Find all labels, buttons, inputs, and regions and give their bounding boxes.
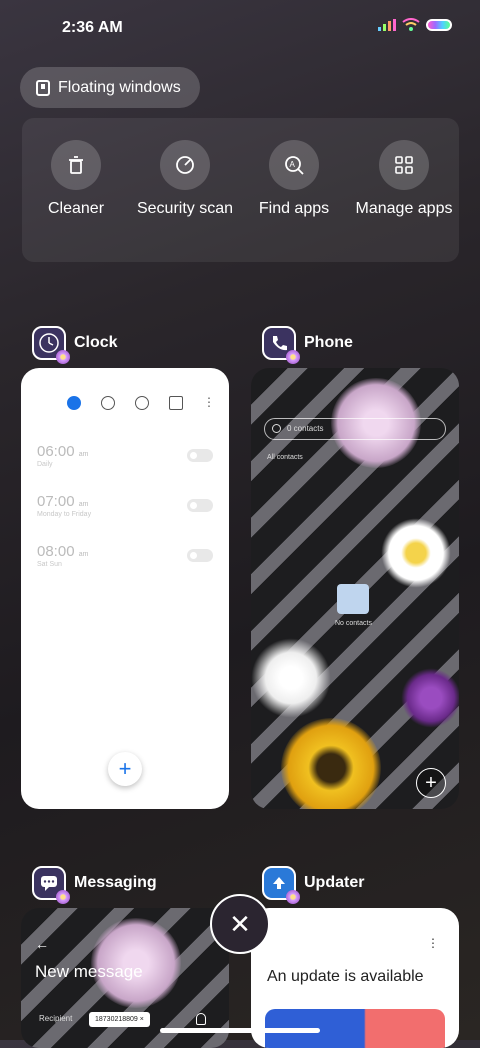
messaging-card-title[interactable]: Messaging <box>32 866 157 904</box>
stopwatch-tab-icon[interactable] <box>135 396 149 410</box>
manage-apps-button[interactable]: Manage apps <box>354 140 454 219</box>
more-icon[interactable]: ⋮ <box>203 396 215 410</box>
clock-time: 2:36 AM <box>62 19 123 36</box>
alarm-row[interactable]: 07:00 am Monday to Friday <box>37 493 213 518</box>
security-scan-label: Security scan <box>136 200 234 217</box>
clock-toolbar: ⋮ <box>67 396 215 410</box>
phone-card-title[interactable]: Phone <box>262 326 353 364</box>
add-alarm-button[interactable]: + <box>108 752 142 786</box>
trash-icon <box>51 140 101 190</box>
clock-app-icon <box>32 326 70 364</box>
speedometer-icon <box>160 140 210 190</box>
find-apps-button[interactable]: A Find apps <box>244 140 344 219</box>
recipient-number: 18730218809 <box>95 1016 138 1023</box>
alarm-tab-icon[interactable] <box>67 396 81 410</box>
contacts-search-input[interactable]: 0 contacts <box>264 418 446 440</box>
add-contact-button[interactable]: + <box>416 768 446 798</box>
quick-actions-panel: Cleaner Security scan A Find apps Manage… <box>22 118 459 262</box>
no-contacts-placeholder: No contacts <box>335 584 372 627</box>
alarm-ampm: am <box>78 501 89 508</box>
security-scan-button[interactable]: Security scan <box>135 140 235 219</box>
alarm-ampm: am <box>78 451 89 458</box>
updater-app-icon <box>262 866 300 904</box>
contacts-filter[interactable]: All contacts <box>267 454 303 461</box>
clock-card[interactable]: ⋮ 06:00 am Daily 07:00 am Monday to Frid… <box>21 368 229 809</box>
alarm-time: 08:00 <box>37 543 75 560</box>
find-apps-label: Find apps <box>258 200 330 217</box>
messaging-card[interactable]: ← New message Recipient 18730218809 × <box>21 908 229 1048</box>
cleaner-label: Cleaner <box>47 200 105 217</box>
search-app-icon: A <box>269 140 319 190</box>
update-heading: An update is available <box>267 968 424 985</box>
alarm-days: Sat Sun <box>37 561 62 568</box>
more-icon[interactable]: ⋮ <box>427 936 439 950</box>
phone-title-label: Phone <box>304 334 353 351</box>
timer-tab-icon[interactable] <box>169 396 183 410</box>
alarm-toggle[interactable] <box>187 499 213 512</box>
alarm-toggle[interactable] <box>187 449 213 462</box>
status-bar: 2:36 AM <box>0 0 480 56</box>
battery-icon <box>426 18 452 31</box>
phone-card[interactable]: 0 contacts All contacts No contacts + <box>251 368 459 809</box>
alarm-days: Daily <box>37 461 53 468</box>
floating-windows-label: Floating windows <box>58 78 181 96</box>
alarm-time: 06:00 <box>37 443 75 460</box>
alarm-toggle[interactable] <box>187 549 213 562</box>
contacts-empty-icon <box>337 584 370 614</box>
manage-apps-label: Manage apps <box>355 200 453 217</box>
alarm-days: Monday to Friday <box>37 511 92 518</box>
back-arrow-icon[interactable]: ← <box>35 936 49 952</box>
alarm-row[interactable]: 08:00 am Sat Sun <box>37 543 213 568</box>
clock-tab-icon[interactable] <box>101 396 115 410</box>
contact-picker-icon[interactable] <box>196 1013 206 1025</box>
clock-title-label: Clock <box>74 334 118 351</box>
phone-app-icon <box>262 326 300 364</box>
recipient-chip[interactable]: 18730218809 × <box>89 1012 150 1027</box>
no-contacts-label: No contacts <box>335 620 372 627</box>
floating-window-icon <box>36 79 50 96</box>
updater-title-label: Updater <box>304 874 365 891</box>
home-indicator[interactable] <box>160 1028 320 1033</box>
signal-icon <box>378 18 396 31</box>
messaging-app-icon <box>32 866 70 904</box>
floating-windows-button[interactable]: Floating windows <box>20 67 200 108</box>
recipient-label: Recipient <box>39 1014 73 1023</box>
cleaner-button[interactable]: Cleaner <box>26 140 126 219</box>
alarm-row[interactable]: 06:00 am Daily <box>37 443 213 468</box>
updater-card[interactable]: ⋮ An update is available <box>251 908 459 1048</box>
status-icons <box>378 18 452 31</box>
clear-all-button[interactable]: ✕ <box>210 894 270 954</box>
alarm-time: 07:00 <box>37 493 75 510</box>
messaging-title-label: Messaging <box>74 874 157 891</box>
updater-card-title[interactable]: Updater <box>262 866 365 904</box>
clock-card-title[interactable]: Clock <box>32 326 118 364</box>
grid-icon <box>379 140 429 190</box>
svg-text:A: A <box>290 160 296 169</box>
alarm-ampm: am <box>78 551 89 558</box>
wifi-icon <box>402 18 420 31</box>
new-message-heading: New message <box>35 962 143 981</box>
